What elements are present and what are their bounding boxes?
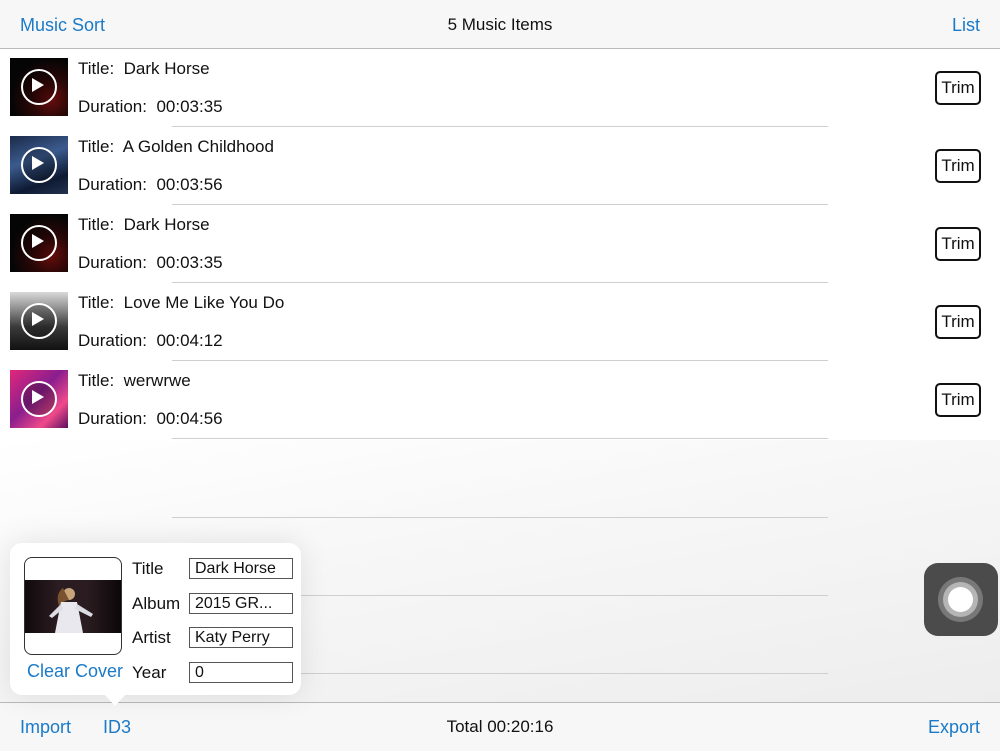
play-icon[interactable] [21,225,57,261]
album-art-thumbnail[interactable] [10,58,68,116]
assistive-touch-center [948,587,973,612]
id3-button[interactable]: ID3 [103,703,131,751]
music-item[interactable]: Title: A Golden Childhood Duration: 00:0… [0,127,1000,205]
album-art-thumbnail[interactable] [10,292,68,350]
item-duration-label: Duration: 00:04:56 [78,409,223,428]
item-title-label: Title: Dark Horse [78,59,210,78]
play-icon[interactable] [21,303,57,339]
play-icon[interactable] [21,147,57,183]
row-separator [172,517,828,518]
item-title: Dark Horse [123,215,210,234]
item-title-label: Title: werwrwe [78,371,191,390]
popover-arrow [104,694,126,706]
row-separator [172,438,828,439]
export-button[interactable]: Export [928,703,980,751]
trim-button[interactable]: Trim [935,383,981,417]
item-duration: 00:03:35 [156,253,223,272]
page-title: 5 Music Items [447,15,553,34]
item-duration-label: Duration: 00:04:12 [78,331,223,350]
artist-field[interactable] [189,627,293,648]
title-label: Title [132,559,164,578]
assistive-touch-button[interactable] [924,563,998,636]
music-item[interactable]: Title: Dark Horse Duration: 00:03:35 Tri… [0,205,1000,283]
album-art-thumbnail[interactable] [10,214,68,272]
total-duration: Total 00:20:16 [446,717,554,736]
play-icon[interactable] [21,381,57,417]
artist-label: Artist [132,628,171,647]
album-label: Album [132,594,181,613]
item-duration: 00:04:56 [156,409,223,428]
item-title: Dark Horse [123,59,210,78]
item-duration-label: Duration: 00:03:35 [78,97,223,116]
music-item[interactable]: Title: Love Me Like You Do Duration: 00:… [0,283,1000,361]
id3-popover: Clear Cover Title Album Artist Year [10,543,301,695]
album-field[interactable] [189,593,293,614]
bottom-toolbar: Import ID3 Total 00:20:16 Export [0,702,1000,751]
item-title: A Golden Childhood [122,137,274,156]
year-label: Year [132,663,167,682]
import-button[interactable]: Import [20,703,71,751]
play-icon[interactable] [21,69,57,105]
item-title-label: Title: Dark Horse [78,215,210,234]
performer-figure-icon [49,588,93,633]
item-duration: 00:03:56 [156,175,223,194]
album-art-thumbnail[interactable] [10,370,68,428]
top-navigation-bar: Music Sort 5 Music Items List [0,0,1000,49]
cover-art[interactable] [24,557,122,655]
trim-button[interactable]: Trim [935,305,981,339]
title-field[interactable] [189,558,293,579]
item-title-label: Title: Love Me Like You Do [78,293,285,312]
music-list: Title: Dark Horse Duration: 00:03:35 Tri… [0,49,1000,439]
item-title-label: Title: A Golden Childhood [78,137,274,156]
item-duration-label: Duration: 00:03:56 [78,175,223,194]
list-button[interactable]: List [952,0,980,48]
year-field[interactable] [189,662,293,683]
album-art-thumbnail[interactable] [10,136,68,194]
item-title: werwrwe [123,371,191,390]
trim-button[interactable]: Trim [935,227,981,261]
cover-photo [25,580,121,633]
item-title: Love Me Like You Do [123,293,285,312]
music-item[interactable]: Title: werwrwe Duration: 00:04:56 Trim [0,361,1000,439]
item-duration: 00:04:12 [156,331,223,350]
item-duration: 00:03:35 [156,97,223,116]
music-item[interactable]: Title: Dark Horse Duration: 00:03:35 Tri… [0,49,1000,127]
trim-button[interactable]: Trim [935,149,981,183]
item-duration-label: Duration: 00:03:35 [78,253,223,272]
clear-cover-button[interactable]: Clear Cover [27,661,123,682]
trim-button[interactable]: Trim [935,71,981,105]
